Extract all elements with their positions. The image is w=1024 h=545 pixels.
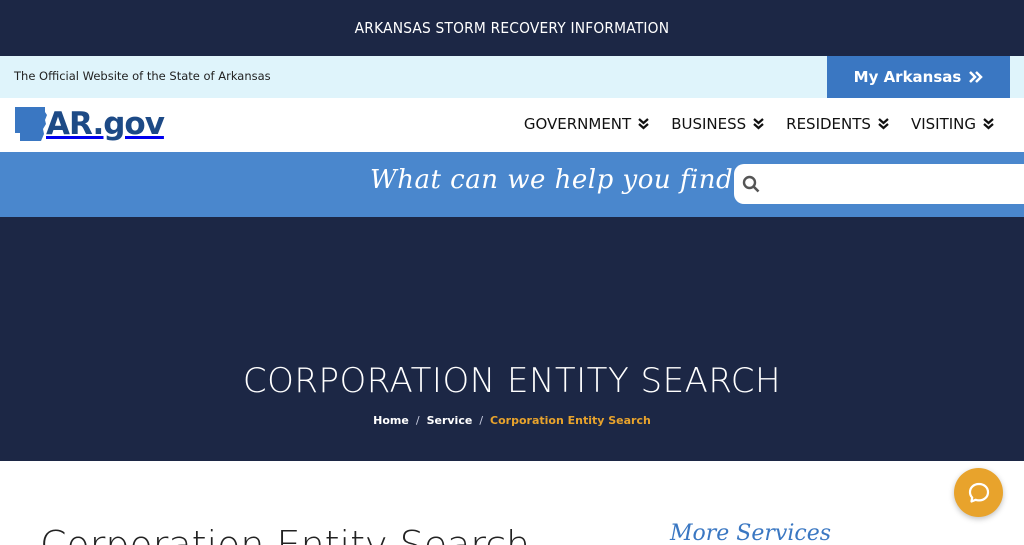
nav-visiting-label: VISITING bbox=[910, 115, 976, 133]
nav-business[interactable]: BUSINESS bbox=[671, 115, 764, 133]
chat-bubble-icon bbox=[968, 482, 989, 503]
logo-text: AR.gov bbox=[46, 106, 165, 142]
my-arkansas-label: My Arkansas bbox=[853, 68, 962, 86]
nav-government-label: GOVERNMENT bbox=[523, 115, 632, 133]
search-input[interactable] bbox=[768, 164, 1024, 204]
site-header: AR.gov GOVERNMENT BUSINESS RESIDENTS VIS… bbox=[0, 98, 1024, 152]
storm-recovery-link[interactable]: ARKANSAS STORM RECOVERY INFORMATION bbox=[355, 19, 670, 37]
chat-button[interactable] bbox=[954, 468, 1003, 517]
search-icon[interactable] bbox=[734, 175, 768, 193]
page-title: CORPORATION ENTITY SEARCH bbox=[242, 361, 782, 401]
double-chevron-down-icon bbox=[983, 118, 994, 130]
breadcrumb: Home / Service / Corporation Entity Search bbox=[0, 414, 1024, 427]
content-heading: Corporation Entity Search bbox=[40, 523, 531, 545]
more-services-heading: More Services bbox=[670, 521, 832, 545]
argov-logo[interactable]: AR.gov bbox=[14, 106, 165, 142]
double-chevron-down-icon bbox=[878, 118, 889, 130]
breadcrumb-separator: / bbox=[415, 414, 420, 427]
search-band: What can we help you find? bbox=[0, 152, 1024, 217]
nav-residents[interactable]: RESIDENTS bbox=[786, 115, 889, 133]
breadcrumb-service[interactable]: Service bbox=[427, 414, 473, 427]
main-content: Corporation Entity Search More Services bbox=[0, 461, 1024, 545]
nav-visiting[interactable]: VISITING bbox=[911, 115, 994, 133]
search-prompt: What can we help you find? bbox=[370, 165, 748, 195]
search-box[interactable] bbox=[734, 164, 1024, 204]
double-chevron-right-icon bbox=[969, 71, 984, 83]
my-arkansas-button[interactable]: My Arkansas bbox=[827, 56, 1010, 98]
nav-residents-label: RESIDENTS bbox=[786, 115, 871, 133]
alert-bar: ARKANSAS STORM RECOVERY INFORMATION bbox=[0, 0, 1024, 56]
double-chevron-down-icon bbox=[753, 118, 764, 130]
nav-business-label: BUSINESS bbox=[671, 115, 747, 133]
nav-government[interactable]: GOVERNMENT bbox=[524, 115, 649, 133]
main-nav: GOVERNMENT BUSINESS RESIDENTS VISITING bbox=[524, 115, 994, 133]
double-chevron-down-icon bbox=[638, 118, 649, 130]
breadcrumb-home[interactable]: Home bbox=[373, 414, 409, 427]
official-website-text: The Official Website of the State of Ark… bbox=[14, 69, 271, 83]
breadcrumb-separator: / bbox=[479, 414, 484, 427]
arkansas-state-shape-icon bbox=[15, 107, 47, 141]
hero-banner: CORPORATION ENTITY SEARCH Home / Service / C… bbox=[0, 217, 1024, 461]
breadcrumb-current: Corporation Entity Search bbox=[490, 414, 651, 427]
